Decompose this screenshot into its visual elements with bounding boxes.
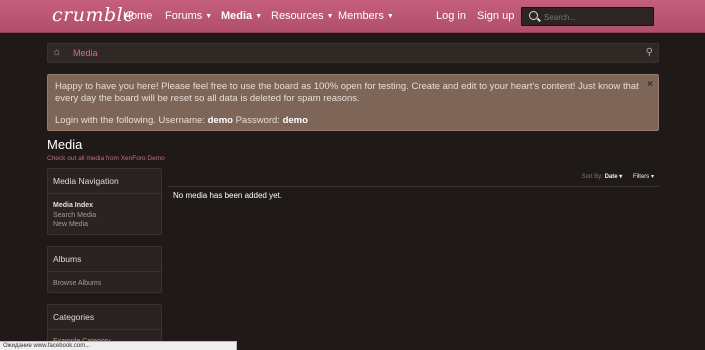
notice-login-prefix: Login with the following. Username: xyxy=(55,115,208,126)
nav-media-label: Media xyxy=(221,10,253,22)
nav-forums[interactable]: Forums ▼ xyxy=(165,10,212,22)
search-icon xyxy=(529,11,538,20)
sort-dropdown[interactable]: Date ▾ xyxy=(605,174,623,180)
breadcrumb: ⌂ Media ⚲ xyxy=(47,43,659,63)
media-navigation-block: Media Navigation Media Index Search Medi… xyxy=(47,168,162,235)
chevron-down-icon: ▼ xyxy=(255,13,263,20)
notice-text: Happy to have you here! Please feel free… xyxy=(55,81,639,104)
sidebar-item-browse-albums[interactable]: Browse Albums xyxy=(53,279,156,289)
close-icon[interactable]: × xyxy=(647,79,653,91)
sort-filter-bar: Sort By: Date ▾ Filters ▾ xyxy=(168,173,659,187)
chevron-down-icon: ▼ xyxy=(326,13,334,20)
albums-block: Albums Browse Albums xyxy=(47,246,162,293)
sidebar-item-new-media[interactable]: New Media xyxy=(53,220,156,230)
nav-resources[interactable]: Resources ▼ xyxy=(271,10,334,22)
chevron-down-icon: ▼ xyxy=(205,13,213,20)
empty-message: No media has been added yet. xyxy=(173,191,282,200)
chevron-down-icon: ▾ xyxy=(650,174,654,180)
nav-members[interactable]: Members ▼ xyxy=(338,10,394,22)
search-box[interactable] xyxy=(521,7,654,26)
sidebar-item-search-media[interactable]: Search Media xyxy=(53,211,156,221)
chevron-down-icon: ▾ xyxy=(619,174,623,180)
breadcrumb-media[interactable]: Media xyxy=(73,48,98,58)
chevron-down-icon: ▼ xyxy=(386,13,394,20)
notice-username: demo xyxy=(207,115,233,126)
sort-value: Date xyxy=(604,174,618,180)
search-input[interactable] xyxy=(544,10,648,24)
nav-home[interactable]: Home xyxy=(123,10,152,22)
notice-login-line: Login with the following. Username: demo… xyxy=(55,115,651,127)
notice-password-label: Password: xyxy=(232,115,283,126)
top-navbar: crumble Home Forums ▼ Media ▼ Resources ▼ M… xyxy=(0,0,705,33)
nav-forums-label: Forums xyxy=(165,10,203,22)
signup-link[interactable]: Sign up xyxy=(477,10,514,22)
categories-title: Categories xyxy=(48,305,161,330)
page-title: Media xyxy=(47,137,83,152)
nav-home-label: Home xyxy=(123,10,153,22)
sort-label: Sort By: xyxy=(581,174,603,180)
page-description: Check out all media from XenForo Demo xyxy=(47,155,165,162)
sidebar-item-media-index[interactable]: Media Index xyxy=(53,201,156,211)
notice-password: demo xyxy=(282,115,308,126)
nav-media[interactable]: Media ▼ xyxy=(221,10,262,22)
home-icon[interactable]: ⌂ xyxy=(54,47,60,58)
notice-banner: Happy to have you here! Please feel free… xyxy=(47,74,659,131)
filters-label: Filters xyxy=(632,174,650,180)
nav-members-label: Members xyxy=(338,10,384,22)
media-navigation-title: Media Navigation xyxy=(48,169,161,194)
map-pin-icon[interactable]: ⚲ xyxy=(646,47,653,58)
browser-status-bar: Ожидание www.facebook.com... xyxy=(0,341,237,350)
filters-dropdown[interactable]: Filters ▾ xyxy=(633,174,654,180)
login-link[interactable]: Log in xyxy=(436,10,466,22)
nav-resources-label: Resources xyxy=(271,10,324,22)
albums-title: Albums xyxy=(48,247,161,272)
